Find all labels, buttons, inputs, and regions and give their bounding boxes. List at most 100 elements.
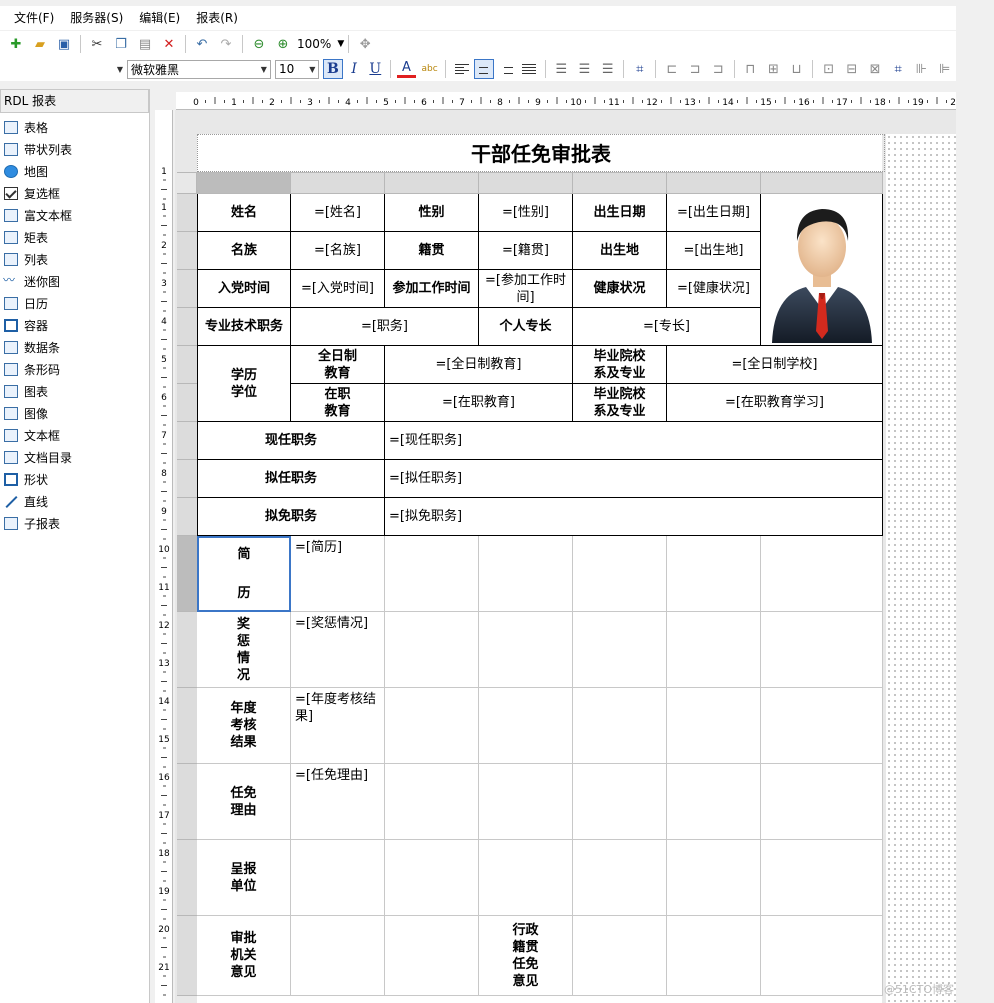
toolbox-item-chart[interactable]: 图表 <box>0 380 149 402</box>
row-handle[interactable] <box>177 460 197 498</box>
empty-cell[interactable] <box>667 840 761 916</box>
field-removed-post[interactable]: =[拟免职务] <box>385 498 883 536</box>
toolbox-item-shape[interactable]: 形状 <box>0 468 149 490</box>
column-handle[interactable] <box>761 172 883 194</box>
toolbox-item-sparkline[interactable]: 迷你图 <box>0 270 149 292</box>
empty-cell[interactable] <box>479 612 573 688</box>
empty-cell[interactable] <box>573 840 667 916</box>
field-current-post[interactable]: =[现任职务] <box>385 422 883 460</box>
empty-cell[interactable] <box>667 764 761 840</box>
zoom-out-icon[interactable]: ⊖ <box>249 34 269 54</box>
toolbox-item-databar[interactable]: 数据条 <box>0 336 149 358</box>
empty-cell[interactable] <box>479 688 573 764</box>
toolbox-item-line[interactable]: 直线 <box>0 490 149 512</box>
toolbox-item-table[interactable]: 表格 <box>0 116 149 138</box>
label-ethnicity[interactable]: 名族 <box>197 232 291 270</box>
empty-cell[interactable] <box>761 536 883 612</box>
row-handle[interactable] <box>177 536 197 612</box>
toolbox-item-container[interactable]: 容器 <box>0 314 149 336</box>
toolbox-item-subreport[interactable]: 子报表 <box>0 512 149 534</box>
label-resume[interactable]: 简 历 <box>197 536 291 612</box>
toolbox-item-map[interactable]: 地图 <box>0 160 149 182</box>
empty-cell[interactable] <box>385 916 479 996</box>
copy-icon[interactable]: ❐ <box>111 34 131 54</box>
label-removed-post[interactable]: 拟免职务 <box>197 498 385 536</box>
field-specialty[interactable]: =[专长] <box>573 308 761 346</box>
font-color-icon[interactable]: A <box>396 60 416 78</box>
row-handle[interactable] <box>177 384 197 422</box>
label-gender[interactable]: 性别 <box>385 194 479 232</box>
align-right-icon[interactable] <box>497 59 516 79</box>
label-education[interactable]: 学历 学位 <box>197 346 291 422</box>
menu-report[interactable]: 报表(R) <box>188 7 246 29</box>
field-fulltime-edu[interactable]: =[全日制教育] <box>385 346 573 384</box>
toolbox-item-textbox[interactable]: 文本框 <box>0 424 149 446</box>
same-size-icon[interactable]: ⊠ <box>865 59 884 79</box>
font-name-select[interactable]: 微软雅黑 ▼ <box>126 59 271 79</box>
label-submitting-unit[interactable]: 呈报 单位 <box>197 840 291 916</box>
italic-button[interactable]: I <box>345 59 364 79</box>
field-native-place[interactable]: =[籍贯] <box>479 232 573 270</box>
empty-cell[interactable] <box>761 688 883 764</box>
label-parttime-edu[interactable]: 在职 教育 <box>291 384 385 422</box>
label-work-start[interactable]: 参加工作时间 <box>385 270 479 308</box>
empty-cell[interactable] <box>479 536 573 612</box>
field-fulltime-school[interactable]: =[全日制学校] <box>667 346 883 384</box>
same-height-icon[interactable]: ⊟ <box>842 59 861 79</box>
column-handle[interactable] <box>667 172 761 194</box>
toolbox-item-image[interactable]: 图像 <box>0 402 149 424</box>
column-handle[interactable] <box>291 172 385 194</box>
bullet-list-icon[interactable]: ☰ <box>552 59 571 79</box>
toolbox-item-banded-list[interactable]: 带状列表 <box>0 138 149 160</box>
empty-cell[interactable] <box>761 764 883 840</box>
column-handle[interactable] <box>479 172 573 194</box>
label-admin-opinion[interactable]: 行政 籍贯 任免 意见 <box>479 916 573 996</box>
empty-cell[interactable] <box>479 840 573 916</box>
field-parttime-school[interactable]: =[在职教育学习] <box>667 384 883 422</box>
label-native-place[interactable]: 籍贯 <box>385 232 479 270</box>
field-submitting-unit[interactable] <box>291 840 385 916</box>
toolbox-item-rich-textbox[interactable]: 富文本框 <box>0 204 149 226</box>
label-name[interactable]: 姓名 <box>197 194 291 232</box>
empty-cell[interactable] <box>761 840 883 916</box>
field-rewards[interactable]: =[奖惩情况] <box>291 612 385 688</box>
label-specialty[interactable]: 个人专长 <box>479 308 573 346</box>
empty-cell[interactable] <box>573 612 667 688</box>
empty-cell[interactable] <box>667 536 761 612</box>
row-handle[interactable] <box>177 840 197 916</box>
toolbox-item-barcode[interactable]: 条形码 <box>0 358 149 380</box>
row-handle[interactable] <box>177 688 197 764</box>
indent-icon[interactable]: ☰ <box>575 59 594 79</box>
label-proposed-post[interactable]: 拟任职务 <box>197 460 385 498</box>
row-handle[interactable] <box>177 308 197 346</box>
font-size-select[interactable]: 10 ▼ <box>274 59 320 79</box>
row-handle[interactable] <box>177 422 197 460</box>
empty-cell[interactable] <box>667 916 761 996</box>
align-centers-icon[interactable]: ⊐ <box>685 59 704 79</box>
column-handle[interactable] <box>573 172 667 194</box>
field-appointment-reason[interactable]: =[任免理由] <box>291 764 385 840</box>
label-party-date[interactable]: 入党时间 <box>197 270 291 308</box>
open-icon[interactable]: ▰ <box>30 34 50 54</box>
paste-icon[interactable]: ▤ <box>135 34 155 54</box>
align-center-icon[interactable] <box>474 59 494 79</box>
toolbox-item-calendar[interactable]: 日历 <box>0 292 149 314</box>
table-corner-handle[interactable] <box>177 172 197 194</box>
empty-cell[interactable] <box>761 612 883 688</box>
empty-cell[interactable] <box>573 536 667 612</box>
save-icon[interactable]: ▣ <box>54 34 74 54</box>
toolbox-item-checkbox[interactable]: 复选框 <box>0 182 149 204</box>
menu-server[interactable]: 服务器(S) <box>62 7 131 29</box>
size-to-grid-icon[interactable]: ⌗ <box>889 59 908 79</box>
field-birthdate[interactable]: =[出生日期] <box>667 194 761 232</box>
field-annual-review[interactable]: =[年度考核结果] <box>291 688 385 764</box>
redo-icon[interactable]: ↷ <box>216 34 236 54</box>
empty-cell[interactable] <box>385 764 479 840</box>
label-appointment-reason[interactable]: 任免 理由 <box>197 764 291 840</box>
field-approval-opinion[interactable] <box>291 916 385 996</box>
field-gender[interactable]: =[性别] <box>479 194 573 232</box>
underline-button[interactable]: U <box>366 59 385 79</box>
label-approval-opinion[interactable]: 审批 机关 意见 <box>197 916 291 996</box>
empty-cell[interactable] <box>479 764 573 840</box>
menu-file[interactable]: 文件(F) <box>6 7 62 29</box>
